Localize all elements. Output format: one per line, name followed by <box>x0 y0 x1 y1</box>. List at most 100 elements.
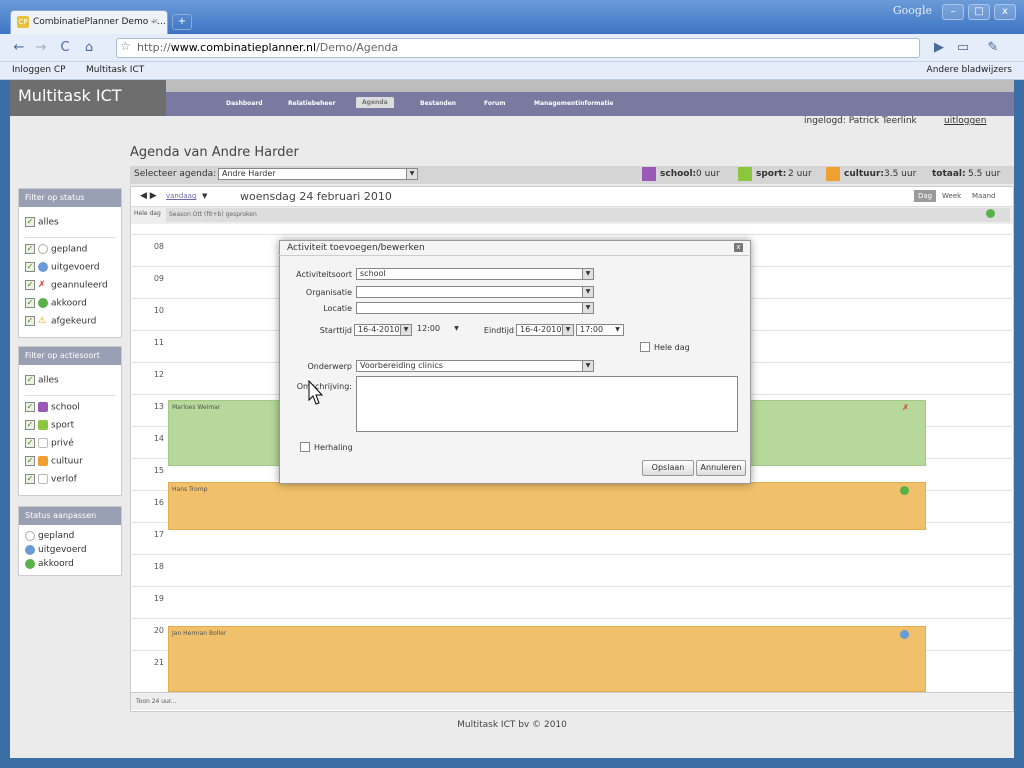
wrench-icon[interactable]: ✎ <box>984 39 1002 57</box>
event-jan-herman[interactable]: Jan Herman Boller <box>168 626 926 692</box>
today-link[interactable]: vandaag <box>166 192 196 200</box>
organisatie-label: Organisatie <box>305 288 352 297</box>
forward-icon[interactable]: → <box>32 39 50 57</box>
bookmark-star-icon[interactable]: ☆ <box>120 39 131 53</box>
nav-forum[interactable]: Forum <box>484 100 505 107</box>
nav-managementinformatie[interactable]: Managementinformatie <box>534 100 613 107</box>
herhaling-checkbox[interactable] <box>300 442 310 452</box>
hele-dag-checkbox[interactable] <box>640 342 650 352</box>
other-bookmarks[interactable]: Andere bladwijzers <box>927 65 1012 75</box>
view-month[interactable]: Maand <box>972 192 996 200</box>
home-icon[interactable]: ⌂ <box>80 39 98 57</box>
prev-next-icon[interactable]: ◀ ▶ <box>140 191 157 201</box>
close-window-button[interactable]: x <box>994 4 1016 20</box>
school-icon <box>38 402 48 412</box>
close-icon[interactable]: x <box>734 243 743 252</box>
omschrijving-textarea[interactable] <box>356 376 738 432</box>
chevron-down-icon: ▼ <box>582 287 593 297</box>
locatie-select[interactable]: ▼ <box>356 302 594 314</box>
event-hans[interactable]: Hans Tromp <box>168 482 926 530</box>
chevron-down-icon: ▼ <box>582 361 593 371</box>
filter-status-geannuleerd[interactable]: ✓ ✗ geannuleerd <box>19 276 121 294</box>
chevron-down-icon: ▼ <box>582 303 593 313</box>
locatie-label: Locatie <box>323 304 352 313</box>
hour-label: 12 <box>153 370 164 379</box>
filter-action-sport[interactable]: ✓ sport <box>19 416 121 434</box>
hour-label: 11 <box>153 338 164 347</box>
filter-action-verlof[interactable]: ✓ verlof <box>19 470 121 488</box>
chevron-down-icon: ▼ <box>562 325 573 335</box>
view-week[interactable]: Week <box>942 192 961 200</box>
favicon-icon: CP <box>17 16 29 28</box>
allday-event[interactable]: Season Ott (fit+b) gesproken <box>166 208 1010 222</box>
filter-action-school[interactable]: ✓ school <box>19 398 121 416</box>
new-tab-button[interactable]: + <box>172 14 192 30</box>
end-date-select[interactable]: 16-4-2010 ▼ <box>516 324 574 336</box>
browser-toolbar: ← → C ⌂ http://www.combinatieplanner.nl/… <box>0 34 1024 62</box>
start-time-select[interactable]: 12:00 ▼ <box>414 324 462 336</box>
hour-label: 17 <box>153 530 164 539</box>
tab-close-icon[interactable]: × <box>151 17 159 27</box>
save-button[interactable]: Opslaan <box>642 460 694 476</box>
reload-icon[interactable]: C <box>56 39 74 57</box>
address-bar[interactable]: http://www.combinatieplanner.nl/Demo/Age… <box>116 38 920 58</box>
nav-relatiebeheer[interactable]: Relatiebeheer <box>288 100 336 107</box>
hour-label: 21 <box>153 658 164 667</box>
end-time-select[interactable]: 17:00 ▼ <box>576 324 624 336</box>
chevron-down-icon: ▼ <box>615 326 620 333</box>
filter-action-prive[interactable]: ✓ privé <box>19 434 121 452</box>
status-uitgevoerd[interactable]: uitgevoerd <box>25 543 115 557</box>
chevron-down-icon: ▼ <box>454 325 459 332</box>
cancel-button[interactable]: Annuleren <box>696 460 746 476</box>
nav-agenda[interactable]: Agenda <box>356 97 394 108</box>
maximize-button[interactable]: □ <box>968 4 990 20</box>
filter-action-cultuur[interactable]: ✓ cultuur <box>19 452 121 470</box>
filter-status-akkoord[interactable]: ✓ akkoord <box>19 294 121 312</box>
status-akkoord[interactable]: akkoord <box>25 557 115 571</box>
browser-tab[interactable]: CP CombinatiePlanner Demo - ... × <box>10 10 168 34</box>
page-menu-icon[interactable]: ▭ <box>954 39 972 57</box>
chevron-down-icon: ▼ <box>406 169 417 179</box>
nav-dashboard[interactable]: Dashboard <box>226 100 263 107</box>
total-sport-label: sport: <box>756 169 787 179</box>
minimize-button[interactable]: – <box>942 4 964 20</box>
activiteitsoort-select[interactable]: school ▼ <box>356 268 594 280</box>
total-school-value: 0 uur <box>696 169 720 179</box>
today-dropdown-icon[interactable]: ▼ <box>202 192 207 200</box>
onderwerp-select[interactable]: Voorbereiding clinics ▼ <box>356 360 594 372</box>
organisatie-select[interactable]: ▼ <box>356 286 594 298</box>
hour-label: 18 <box>153 562 164 571</box>
view-day[interactable]: Dag <box>914 190 937 202</box>
start-date-select[interactable]: 16-4-2010 ▼ <box>354 324 412 336</box>
back-icon[interactable]: ← <box>10 39 28 57</box>
show24-link[interactable]: Toon 24 uur... <box>136 698 176 705</box>
filter-status-gepland[interactable]: ✓ gepland <box>19 240 121 258</box>
cultuur-icon <box>826 167 840 181</box>
app-logo: Multitask ICT <box>10 80 166 116</box>
select-agenda-label: Selecteer agenda: <box>134 169 217 179</box>
bookmark-inloggen-cp[interactable]: Inloggen CP <box>12 65 66 75</box>
total-cultuur-label: cultuur: <box>844 169 884 179</box>
bookmarks-bar: Inloggen CP Multitask ICT Andere bladwij… <box>0 62 1024 80</box>
filter-status-uitgevoerd[interactable]: ✓ uitgevoerd <box>19 258 121 276</box>
filter-action-all[interactable]: ✓ alles <box>19 371 121 389</box>
prive-icon <box>38 438 48 448</box>
filter-status-afgekeurd[interactable]: ✓ ⚠ afgekeurd <box>19 312 121 330</box>
nav-bestanden[interactable]: Bestanden <box>420 100 456 107</box>
hour-row[interactable] <box>130 554 1014 586</box>
hour-label: 10 <box>153 306 164 315</box>
go-icon[interactable]: ▶ <box>930 39 948 57</box>
logout-link[interactable]: uitloggen <box>944 116 986 126</box>
hour-label: 15 <box>153 466 164 475</box>
cross-icon: ✗ <box>902 403 909 412</box>
logged-in-user: ingelogd: Patrick Teerlink <box>804 116 917 126</box>
select-agenda[interactable]: Andre Harder ▼ <box>218 168 418 180</box>
check-icon <box>986 209 995 218</box>
chevron-down-icon: ▼ <box>400 325 411 335</box>
hour-row[interactable] <box>130 586 1014 618</box>
filter-status-all[interactable]: ✓ alles <box>19 213 121 231</box>
eindtijd-label: Eindtijd <box>483 326 514 335</box>
uitgevoerd-icon <box>25 544 35 555</box>
status-gepland[interactable]: gepland <box>25 529 115 543</box>
bookmark-multitask-ict[interactable]: Multitask ICT <box>86 65 144 75</box>
